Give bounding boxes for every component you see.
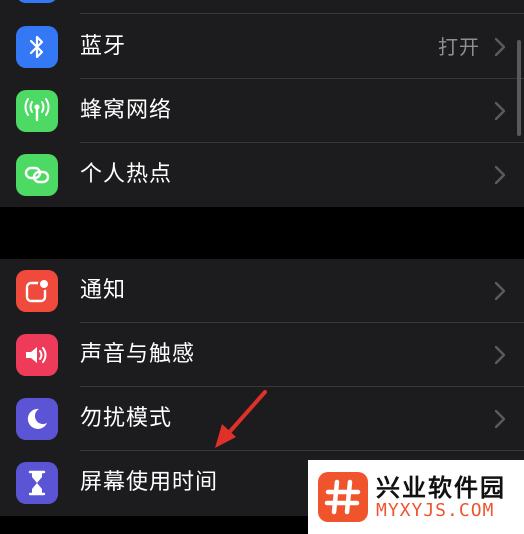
- annotation-arrow-icon: [215, 390, 267, 448]
- hash-icon: [318, 472, 368, 522]
- watermark-title: 兴业软件园: [376, 474, 506, 502]
- watermark: 兴业软件园 MYXYJS.COM: [308, 460, 524, 534]
- watermark-url: MYXYJS.COM: [376, 500, 495, 521]
